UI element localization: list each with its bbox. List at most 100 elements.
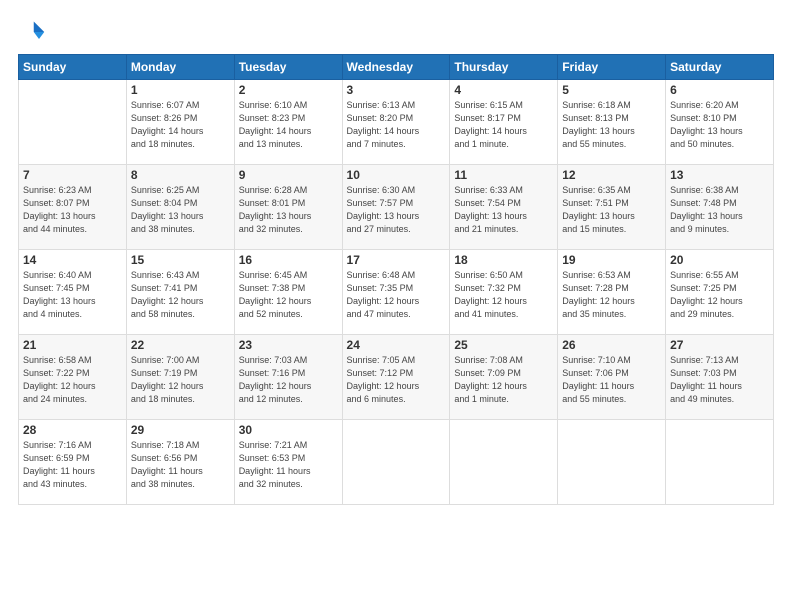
day-number: 3 [347, 83, 446, 97]
calendar-cell: 6Sunrise: 6:20 AM Sunset: 8:10 PM Daylig… [666, 80, 774, 165]
day-info: Sunrise: 6:40 AM Sunset: 7:45 PM Dayligh… [23, 269, 122, 321]
calendar-cell: 25 Sunrise: 7:08 AM Sunset: 7:09 PM Dayli… [450, 335, 558, 420]
calendar-cell: 2 Sunrise: 6:10 AM Sunset: 8:23 PM Daylig… [234, 80, 342, 165]
calendar-cell: 14 Sunrise: 6:40 AM Sunset: 7:45 PM Dayli… [19, 250, 127, 335]
day-number: 11 [454, 168, 553, 182]
calendar-cell [558, 420, 666, 505]
day-number: 4 [454, 83, 553, 97]
day-number: 5 [562, 83, 661, 97]
calendar-cell: 1Sunrise: 6:07 AM Sunset: 8:26 PM Daylig… [126, 80, 234, 165]
day-number: 27 [670, 338, 769, 352]
day-number: 16 [239, 253, 338, 267]
calendar-cell [342, 420, 450, 505]
day-number: 20 [670, 253, 769, 267]
calendar-cell: 3Sunrise: 6:13 AM Sunset: 8:20 PM Daylig… [342, 80, 450, 165]
day-info: Sunrise: 7:21 AM Sunset: 6:53 PM Dayligh… [239, 439, 338, 491]
col-header-thursday: Thursday [450, 55, 558, 80]
calendar-cell: 22 Sunrise: 7:00 AM Sunset: 7:19 PM Dayli… [126, 335, 234, 420]
calendar-cell: 17 Sunrise: 6:48 AM Sunset: 7:35 PM Dayli… [342, 250, 450, 335]
day-info: Sunrise: 6:23 AM Sunset: 8:07 PM Dayligh… [23, 184, 122, 236]
col-header-saturday: Saturday [666, 55, 774, 80]
day-number: 19 [562, 253, 661, 267]
day-info: Sunrise: 6:28 AM Sunset: 8:01 PM Dayligh… [239, 184, 338, 236]
day-info: Sunrise: 7:03 AM Sunset: 7:16 PM Dayligh… [239, 354, 338, 406]
day-info: Sunrise: 6:10 AM Sunset: 8:23 PM Dayligh… [239, 99, 338, 151]
day-number: 7 [23, 168, 122, 182]
calendar-cell: 15 Sunrise: 6:43 AM Sunset: 7:41 PM Dayli… [126, 250, 234, 335]
day-info: Sunrise: 6:55 AM Sunset: 7:25 PM Dayligh… [670, 269, 769, 321]
day-number: 25 [454, 338, 553, 352]
calendar-cell: 16 Sunrise: 6:45 AM Sunset: 7:38 PM Dayli… [234, 250, 342, 335]
col-header-monday: Monday [126, 55, 234, 80]
day-info: Sunrise: 6:53 AM Sunset: 7:28 PM Dayligh… [562, 269, 661, 321]
day-info: Sunrise: 6:15 AM Sunset: 8:17 PM Dayligh… [454, 99, 553, 151]
calendar-cell: 9 Sunrise: 6:28 AM Sunset: 8:01 PM Daylig… [234, 165, 342, 250]
calendar-cell: 10Sunrise: 6:30 AM Sunset: 7:57 PM Dayli… [342, 165, 450, 250]
calendar-week-1: 1Sunrise: 6:07 AM Sunset: 8:26 PM Daylig… [19, 80, 774, 165]
day-info: Sunrise: 7:16 AM Sunset: 6:59 PM Dayligh… [23, 439, 122, 491]
calendar-cell: 19 Sunrise: 6:53 AM Sunset: 7:28 PM Dayli… [558, 250, 666, 335]
logo [18, 18, 50, 46]
calendar-cell: 18 Sunrise: 6:50 AM Sunset: 7:32 PM Dayli… [450, 250, 558, 335]
day-info: Sunrise: 6:50 AM Sunset: 7:32 PM Dayligh… [454, 269, 553, 321]
calendar-cell [19, 80, 127, 165]
calendar-cell [666, 420, 774, 505]
day-number: 28 [23, 423, 122, 437]
calendar-cell: 12 Sunrise: 6:35 AM Sunset: 7:51 PM Dayli… [558, 165, 666, 250]
day-number: 29 [131, 423, 230, 437]
calendar-cell: 5Sunrise: 6:18 AM Sunset: 8:13 PM Daylig… [558, 80, 666, 165]
day-number: 2 [239, 83, 338, 97]
day-info: Sunrise: 7:08 AM Sunset: 7:09 PM Dayligh… [454, 354, 553, 406]
col-header-friday: Friday [558, 55, 666, 80]
day-info: Sunrise: 7:18 AM Sunset: 6:56 PM Dayligh… [131, 439, 230, 491]
calendar-cell: 13 Sunrise: 6:38 AM Sunset: 7:48 PM Dayli… [666, 165, 774, 250]
day-info: Sunrise: 7:00 AM Sunset: 7:19 PM Dayligh… [131, 354, 230, 406]
day-info: Sunrise: 6:45 AM Sunset: 7:38 PM Dayligh… [239, 269, 338, 321]
day-number: 30 [239, 423, 338, 437]
logo-icon [18, 18, 46, 46]
calendar-cell: 26 Sunrise: 7:10 AM Sunset: 7:06 PM Dayli… [558, 335, 666, 420]
day-info: Sunrise: 6:35 AM Sunset: 7:51 PM Dayligh… [562, 184, 661, 236]
day-info: Sunrise: 6:43 AM Sunset: 7:41 PM Dayligh… [131, 269, 230, 321]
day-info: Sunrise: 7:13 AM Sunset: 7:03 PM Dayligh… [670, 354, 769, 406]
calendar-cell: 28 Sunrise: 7:16 AM Sunset: 6:59 PM Dayli… [19, 420, 127, 505]
calendar-cell: 4 Sunrise: 6:15 AM Sunset: 8:17 PM Daylig… [450, 80, 558, 165]
col-header-wednesday: Wednesday [342, 55, 450, 80]
day-number: 14 [23, 253, 122, 267]
calendar-cell: 7 Sunrise: 6:23 AM Sunset: 8:07 PM Daylig… [19, 165, 127, 250]
calendar-cell: 8 Sunrise: 6:25 AM Sunset: 8:04 PM Daylig… [126, 165, 234, 250]
day-number: 17 [347, 253, 446, 267]
day-number: 15 [131, 253, 230, 267]
calendar-cell: 11 Sunrise: 6:33 AM Sunset: 7:54 PM Dayli… [450, 165, 558, 250]
calendar-cell: 24Sunrise: 7:05 AM Sunset: 7:12 PM Dayli… [342, 335, 450, 420]
calendar-cell: 20 Sunrise: 6:55 AM Sunset: 7:25 PM Dayli… [666, 250, 774, 335]
day-number: 24 [347, 338, 446, 352]
day-number: 12 [562, 168, 661, 182]
day-info: Sunrise: 6:33 AM Sunset: 7:54 PM Dayligh… [454, 184, 553, 236]
day-info: Sunrise: 6:38 AM Sunset: 7:48 PM Dayligh… [670, 184, 769, 236]
header [18, 18, 774, 46]
col-header-sunday: Sunday [19, 55, 127, 80]
day-info: Sunrise: 6:20 AM Sunset: 8:10 PM Dayligh… [670, 99, 769, 151]
page: SundayMondayTuesdayWednesdayThursdayFrid… [0, 0, 792, 612]
day-number: 1 [131, 83, 230, 97]
day-number: 18 [454, 253, 553, 267]
calendar-table: SundayMondayTuesdayWednesdayThursdayFrid… [18, 54, 774, 505]
calendar-cell: 27 Sunrise: 7:13 AM Sunset: 7:03 PM Dayli… [666, 335, 774, 420]
day-number: 26 [562, 338, 661, 352]
day-info: Sunrise: 7:10 AM Sunset: 7:06 PM Dayligh… [562, 354, 661, 406]
calendar-week-5: 28 Sunrise: 7:16 AM Sunset: 6:59 PM Dayli… [19, 420, 774, 505]
day-info: Sunrise: 6:48 AM Sunset: 7:35 PM Dayligh… [347, 269, 446, 321]
calendar-week-2: 7 Sunrise: 6:23 AM Sunset: 8:07 PM Daylig… [19, 165, 774, 250]
day-number: 9 [239, 168, 338, 182]
day-number: 8 [131, 168, 230, 182]
day-number: 22 [131, 338, 230, 352]
day-number: 13 [670, 168, 769, 182]
calendar-week-3: 14 Sunrise: 6:40 AM Sunset: 7:45 PM Dayli… [19, 250, 774, 335]
calendar-cell: 30 Sunrise: 7:21 AM Sunset: 6:53 PM Dayli… [234, 420, 342, 505]
calendar-cell: 21Sunrise: 6:58 AM Sunset: 7:22 PM Dayli… [19, 335, 127, 420]
day-info: Sunrise: 6:25 AM Sunset: 8:04 PM Dayligh… [131, 184, 230, 236]
day-number: 23 [239, 338, 338, 352]
calendar-week-4: 21Sunrise: 6:58 AM Sunset: 7:22 PM Dayli… [19, 335, 774, 420]
day-number: 21 [23, 338, 122, 352]
